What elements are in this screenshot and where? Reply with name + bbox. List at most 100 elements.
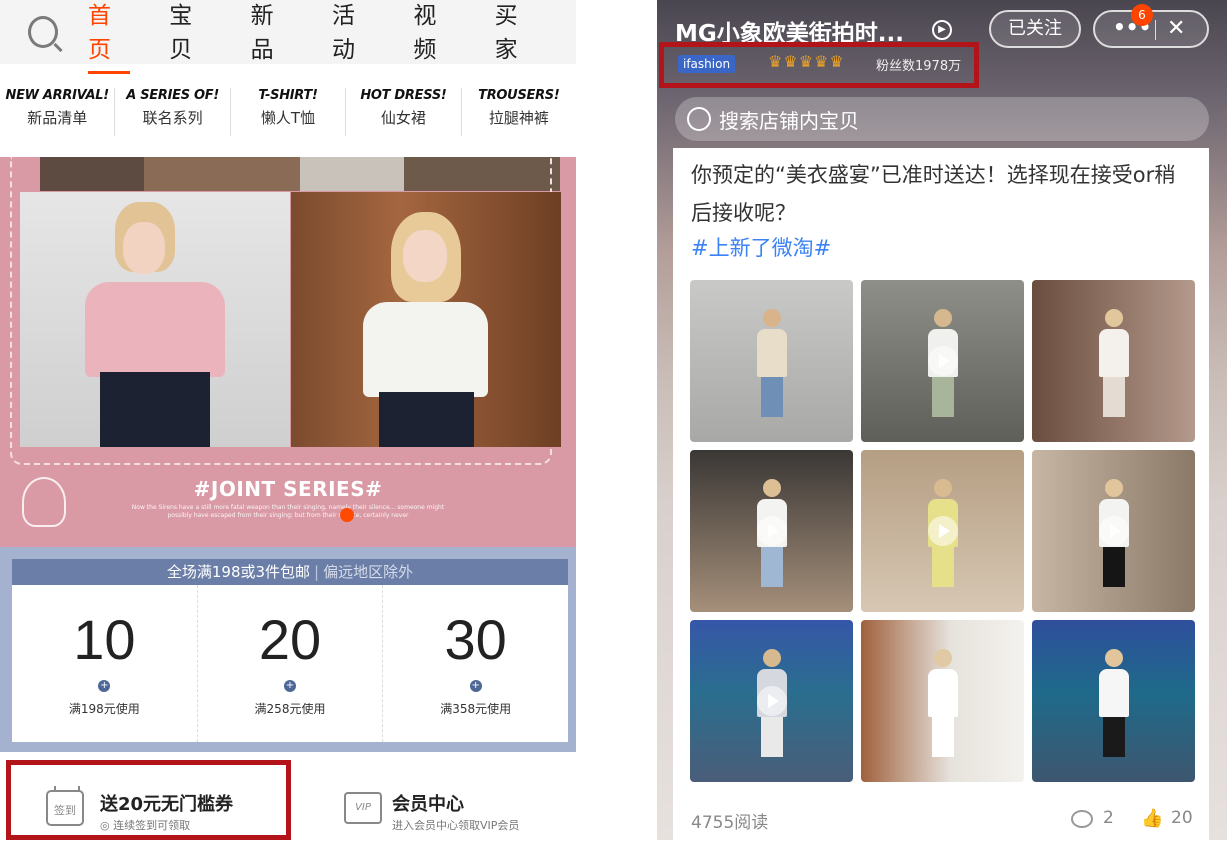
fan-count: 粉丝数1978万 [876,59,962,74]
model-navy-skirt [100,372,210,447]
video-play-icon[interactable] [927,346,958,376]
video-play-icon[interactable] [756,516,787,546]
post-image-2[interactable] [861,280,1024,442]
read-count: 4755阅读 [691,813,769,833]
tab-videos[interactable]: 视频 [413,0,455,68]
post-hashtag[interactable]: #上新了微淘# [691,232,831,262]
post-image-4[interactable] [690,450,853,612]
coupon-10[interactable]: 10 + 满198元使用 [12,585,198,742]
post-image-3[interactable] [1032,280,1195,442]
carousel-dot-indicator[interactable] [340,508,354,522]
search-icon [687,107,711,131]
vip-card-icon[interactable]: VIP [344,792,382,824]
highlight-box-store-meta: ifashion ♛♛♛♛♛ 粉丝数1978万 [659,42,979,88]
thumbs-up-icon[interactable]: 👍 [1141,808,1163,829]
video-play-icon[interactable] [1098,516,1129,546]
category-chinese-label: 懒人T恤 [260,109,316,127]
signin-title[interactable]: 送20元无门槛券 [100,790,233,816]
category-english-label: NEW ARRIVAL! [5,88,110,103]
store-feed-page: MG小象欧美街拍时... ▶ 已关注 ••• 6 ✕ ifashion ♛♛♛♛… [657,0,1227,840]
store-info-arrow-icon[interactable]: ▶ [932,20,952,40]
video-play-icon[interactable] [927,516,958,546]
close-icon[interactable]: ✕ [1167,12,1185,46]
crown-rating-icon: ♛♛♛♛♛ [768,52,845,71]
category-english-label: T-SHIRT! [258,88,318,103]
capsule-menu: ••• 6 ✕ [1093,4,1209,48]
shop-homepage: 首页 宝贝 新品 活动 视频 买家 NEW ARRIVAL! 新品清单 A SE… [0,0,576,861]
coupon-amount: 20 [258,608,322,671]
coupon-section: 全场满198或3件包邮 | 偏远地区除外 10 + 满198元使用 20 + 满25… [0,547,576,752]
signin-icon-label: 签到 [54,804,76,817]
post-image-7[interactable] [690,620,853,782]
coupon-condition: 满258元使用 [254,702,326,716]
tab-new[interactable]: 新品 [251,0,293,68]
screenshot-stage: 首页 宝贝 新品 活动 视频 买家 NEW ARRIVAL! 新品清单 A SE… [0,0,1227,861]
model-face [123,222,165,274]
banner-photo-pink-tee [20,192,290,447]
search-icon[interactable] [28,16,58,48]
capsule-divider [1155,20,1156,40]
vip-center-subtitle: 进入会员中心领取VIP会员 [392,819,520,832]
post-image-9[interactable] [1032,620,1195,782]
video-play-icon[interactable] [927,686,958,716]
tab-items[interactable]: 宝贝 [169,0,211,68]
post-image-6[interactable] [1032,450,1195,612]
model-face [403,230,447,282]
notification-badge: 6 [1131,4,1153,26]
feed-post-card[interactable]: 你预定的“美衣盛宴”已准时送达！选择现在接受or稍后接收呢？ #上新了微淘# 4… [673,148,1209,840]
model-figure [1098,649,1129,771]
add-coupon-icon[interactable]: + [284,680,296,692]
tab-events[interactable]: 活动 [332,0,374,68]
model-white-tshirt [363,302,488,397]
banner-subtitle: Now the Sirens have a still more fatal w… [131,504,445,519]
post-footer: 4755阅读 2 👍 20 [691,808,1196,833]
model-figure [1098,309,1129,431]
signin-subtitle: ◎ 连续签到可领取 [100,819,191,832]
follow-button[interactable]: 已关注 [989,10,1081,48]
coupon-20[interactable]: 20 + 满258元使用 [198,585,384,742]
post-text: 你预定的“美衣盛宴”已准时送达！选择现在接受or稍后接收呢？ [691,163,1176,225]
category-dress[interactable]: HOT DRESS! 仙女裙 [346,88,462,136]
add-coupon-icon[interactable]: + [98,680,111,692]
category-english-label: HOT DRESS! [360,88,447,103]
post-image-5[interactable] [861,450,1024,612]
ifashion-badge: ifashion [678,55,736,73]
store-search-input[interactable]: 搜索店铺内宝贝 [675,97,1209,141]
add-coupon-icon[interactable]: + [469,680,482,692]
category-english-label: A SERIES OF! [126,88,219,103]
category-english-label: TROUSERS! [478,88,560,103]
tab-buyers[interactable]: 买家 [495,0,537,68]
signin-subtitle-text: 连续签到可领取 [113,819,191,832]
category-trousers[interactable]: TROUSERS! 拉腿神裤 [462,88,576,136]
category-chinese-label: 仙女裙 [380,109,426,127]
category-tshirt[interactable]: T-SHIRT! 懒人T恤 [231,88,347,136]
coupon-condition: 满198元使用 [68,702,140,716]
category-series[interactable]: A SERIES OF! 联名系列 [115,88,231,136]
free-shipping-notice: 全场满198或3件包邮 | 偏远地区除外 [12,559,568,585]
calendar-signin-icon[interactable]: 签到 [46,786,84,826]
search-placeholder: 搜索店铺内宝贝 [719,109,859,133]
promo-banner[interactable]: #JOINT SERIES# Now the Sirens have a sti… [0,157,576,547]
post-image-grid [690,280,1196,782]
tab-home[interactable]: 首页 [87,0,131,74]
like-count: 20 [1171,808,1193,828]
post-image-1[interactable] [690,280,853,442]
vip-center-title[interactable]: 会员中心 [392,790,464,816]
banner-photo-white-tee [291,192,561,447]
banner-title: #JOINT SERIES# [193,477,383,501]
model-pink-tshirt [85,282,225,377]
coupon-condition: 满358元使用 [440,702,512,716]
model-figure [756,309,787,431]
post-image-8[interactable] [861,620,1024,782]
shipping-note: 偏远地区除外 [323,563,414,581]
coupon-30[interactable]: 30 + 满358元使用 [383,585,568,742]
comment-icon[interactable] [1071,810,1093,828]
category-new-arrival[interactable]: NEW ARRIVAL! 新品清单 [0,88,116,136]
shipping-main-text: 全场满198或3件包邮 [166,563,311,581]
category-chinese-label: 拉腿神裤 [488,109,549,127]
member-actions: 签到 送20元无门槛券 ◎ 连续签到可领取 VIP 会员中心 进入会员中心领取V… [0,760,576,840]
coupon-amount: 30 [444,608,507,671]
category-strip: NEW ARRIVAL! 新品清单 A SERIES OF! 联名系列 T-SH… [0,88,576,136]
video-play-icon[interactable] [756,686,787,716]
top-navigation: 首页 宝贝 新品 活动 视频 买家 [0,0,576,74]
